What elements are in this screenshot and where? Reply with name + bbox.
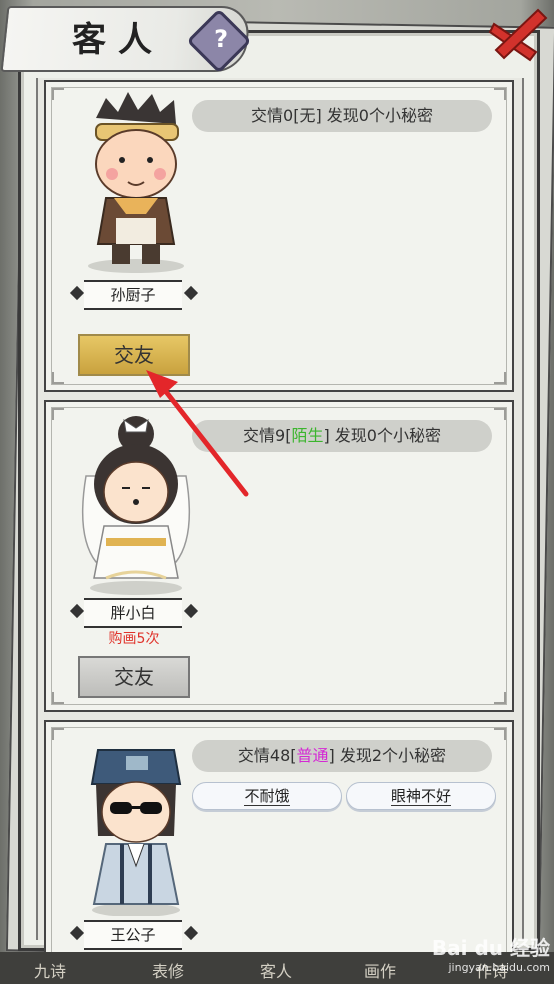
lady-avatar	[81, 416, 191, 595]
guest-name-tag: 胖小白	[76, 598, 192, 628]
close-icon	[488, 8, 548, 62]
watermark-url: jingyan.baidu.com	[448, 961, 550, 974]
nav-tab[interactable]: 画作	[340, 958, 420, 982]
befriend-button[interactable]: 交友	[78, 334, 190, 376]
guest-card-pang: 交情9[陌生] 发现0个小秘密 胖小白 购画5次 交友	[44, 400, 514, 712]
chef-avatar	[88, 92, 184, 273]
guest-name: 胖小白	[84, 598, 182, 628]
secret-tag[interactable]: 不耐饿	[192, 782, 342, 810]
friendship-info: 交情0[无] 发现0个小秘密	[192, 100, 492, 132]
question-icon: ?	[214, 24, 229, 53]
young-master-avatar	[90, 749, 182, 916]
guest-name: 孙厨子	[84, 280, 182, 310]
page-title: 客人	[72, 20, 164, 60]
befriend-button[interactable]: 交友	[78, 656, 190, 698]
nav-tab[interactable]: 九诗	[10, 958, 90, 982]
secret-tag[interactable]: 眼神不好	[346, 782, 496, 810]
nav-tab-guests[interactable]: 客人	[236, 958, 316, 982]
guest-card-sun: 交情0[无] 发现0个小秘密 孙厨子 交友	[44, 80, 514, 392]
guest-name: 王公子	[84, 920, 182, 950]
close-button[interactable]	[486, 4, 550, 66]
guest-card-wang: 交情48[普通] 发现2个小秘密 不耐饿 眼神不好 王公子	[44, 720, 514, 964]
nav-tab[interactable]: 表修	[128, 958, 208, 982]
friendship-info: 交情9[陌生] 发现0个小秘密	[192, 420, 492, 452]
watermark: Bai du 经验 jingyan.baidu.com	[420, 932, 550, 974]
watermark-brand: Bai du 经验	[431, 936, 550, 960]
friendship-info: 交情48[普通] 发现2个小秘密	[192, 740, 492, 772]
purchase-count: 购画5次	[108, 631, 160, 647]
guest-name-tag: 王公子	[76, 920, 192, 950]
guest-name-tag: 孙厨子	[76, 280, 192, 310]
